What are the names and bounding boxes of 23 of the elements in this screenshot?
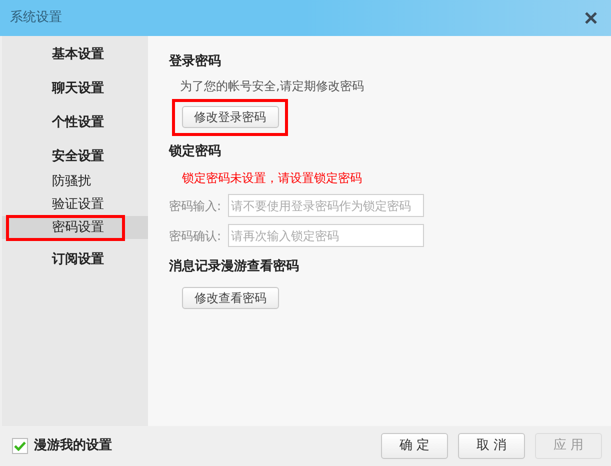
field-label: 密码输入:: [169, 198, 222, 214]
close-icon[interactable]: [584, 11, 598, 25]
checkbox[interactable]: [12, 438, 28, 454]
change-password-button[interactable]: 修改登录密码: [182, 106, 278, 128]
password-field[interactable]: 请不要使用登录密码作为锁定密码: [228, 194, 424, 217]
field-label: 密码确认:: [169, 228, 222, 244]
change-password-button[interactable]: 修改查看密码: [182, 286, 279, 308]
password-field[interactable]: 请再次输入锁定密码: [228, 224, 424, 247]
description-text: 为了您的帐号安全,请定期修改密码: [180, 78, 365, 94]
section-heading: 消息记录漫游查看密码: [169, 258, 300, 276]
section-heading: 登录密码: [169, 52, 222, 71]
sidebar-item[interactable]: 聊天设置: [2, 72, 148, 106]
sidebar-item[interactable]: 订阅设置: [2, 243, 148, 277]
dialog-button[interactable]: 确 定: [381, 433, 448, 459]
sidebar-item[interactable]: 个性设置: [2, 106, 148, 140]
section-heading: 锁定密码: [169, 142, 222, 160]
check-icon: [14, 441, 26, 451]
sidebar-item[interactable]: 基本设置: [2, 38, 148, 72]
dialog-button[interactable]: 取 消: [458, 433, 525, 459]
checkbox-label: 漫游我的设置: [34, 437, 112, 456]
warning-text: 锁定密码未设置，请设置锁定密码: [182, 170, 363, 187]
window-title: 系统设置: [10, 9, 62, 28]
sidebar-item[interactable]: 验证设置: [2, 193, 148, 216]
